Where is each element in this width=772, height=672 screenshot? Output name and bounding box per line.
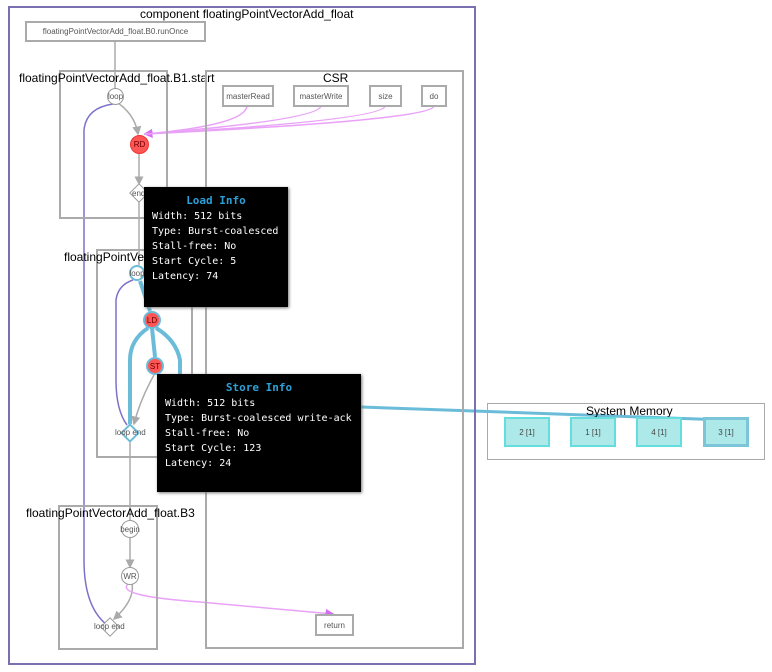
csr-return[interactable]: return: [315, 614, 354, 636]
value: 24: [219, 458, 232, 469]
memory-bank[interactable]: 1 [1]: [570, 417, 616, 447]
port-label: size: [378, 91, 393, 101]
port-label: masterWrite: [299, 91, 343, 101]
block-b1-label: floatingPointVectorAdd_float.B1.start: [19, 71, 215, 85]
tooltip-line: Stall-free: No: [152, 239, 280, 254]
key: Type:: [165, 413, 196, 424]
node-b1-loop[interactable]: loop: [107, 88, 124, 105]
tooltip-line: Stall-free: No: [165, 426, 353, 441]
value: 512 bits: [207, 398, 256, 409]
node-st[interactable]: ST: [146, 357, 164, 375]
tooltip-line: Width: 512 bits: [165, 396, 353, 411]
value: 74: [206, 271, 219, 282]
memory-bank[interactable]: 2 [1]: [504, 417, 550, 447]
store-info-title: Store Info: [225, 381, 293, 394]
key: Type:: [152, 226, 183, 237]
tooltip-line: Type: Burst-coalesced: [152, 224, 280, 239]
component-title: component floatingPointVectorAdd_float: [140, 7, 354, 21]
csr-port-masterread[interactable]: masterRead: [222, 85, 274, 107]
value: No: [237, 428, 250, 439]
block-b0[interactable]: floatingPointVectorAdd_float.B0.runOnce: [25, 21, 206, 42]
key: Start Cycle:: [152, 256, 225, 267]
block-b0-label: floatingPointVectorAdd_float.B0.runOnce: [42, 27, 189, 36]
node-b3-loop-end-label: loop end: [94, 622, 125, 631]
node-ld[interactable]: LD: [143, 311, 161, 329]
csr-box[interactable]: [205, 70, 464, 649]
value: Burst-coalesced: [188, 226, 279, 237]
value: 512 bits: [194, 211, 243, 222]
node-rd[interactable]: RD: [130, 135, 149, 154]
key: Stall-free:: [165, 428, 232, 439]
key: Width:: [165, 398, 202, 409]
node-b2-loop-end-label: loop end: [115, 428, 146, 437]
port-label: do: [429, 91, 439, 101]
tooltip-line: Width: 512 bits: [152, 209, 280, 224]
node-begin[interactable]: begin: [120, 520, 140, 538]
key: Stall-free:: [152, 241, 219, 252]
tooltip-line: Latency: 24: [165, 456, 353, 471]
load-info-title: Load Info: [186, 194, 246, 207]
memory-bank[interactable]: 3 [1]: [703, 417, 749, 447]
value: No: [224, 241, 237, 252]
block-b3-label: floatingPointVectorAdd_float.B3: [26, 506, 195, 520]
memory-bank[interactable]: 4 [1]: [636, 417, 682, 447]
return-label: return: [324, 620, 345, 630]
key: Start Cycle:: [165, 443, 238, 454]
node-wr[interactable]: WR: [121, 567, 139, 585]
key: Width:: [152, 211, 189, 222]
csr-title: CSR: [323, 71, 349, 85]
node-b2-loop[interactable]: loop: [129, 265, 145, 281]
tooltip-line: Type: Burst-coalesced write-ack: [165, 411, 353, 426]
tooltip-line: Start Cycle: 5: [152, 254, 280, 269]
csr-port-size[interactable]: size: [369, 85, 402, 107]
system-memory-title: System Memory: [586, 404, 673, 418]
csr-port-masterwrite[interactable]: masterWrite: [293, 85, 349, 107]
csr-port-do[interactable]: do: [421, 85, 447, 107]
port-label: masterRead: [226, 91, 270, 101]
store-info-tooltip: Store Info Width: 512 bits Type: Burst-c…: [157, 374, 361, 492]
value: Burst-coalesced write-ack: [201, 413, 352, 424]
value: 5: [230, 256, 237, 267]
key: Latency:: [152, 271, 201, 282]
load-info-tooltip: Load Info Width: 512 bits Type: Burst-co…: [144, 187, 288, 307]
block-b2-label: floatingPointVec: [64, 250, 151, 264]
tooltip-line: Start Cycle: 123: [165, 441, 353, 456]
key: Latency:: [165, 458, 214, 469]
tooltip-line: Latency: 74: [152, 269, 280, 284]
value: 123: [243, 443, 262, 454]
